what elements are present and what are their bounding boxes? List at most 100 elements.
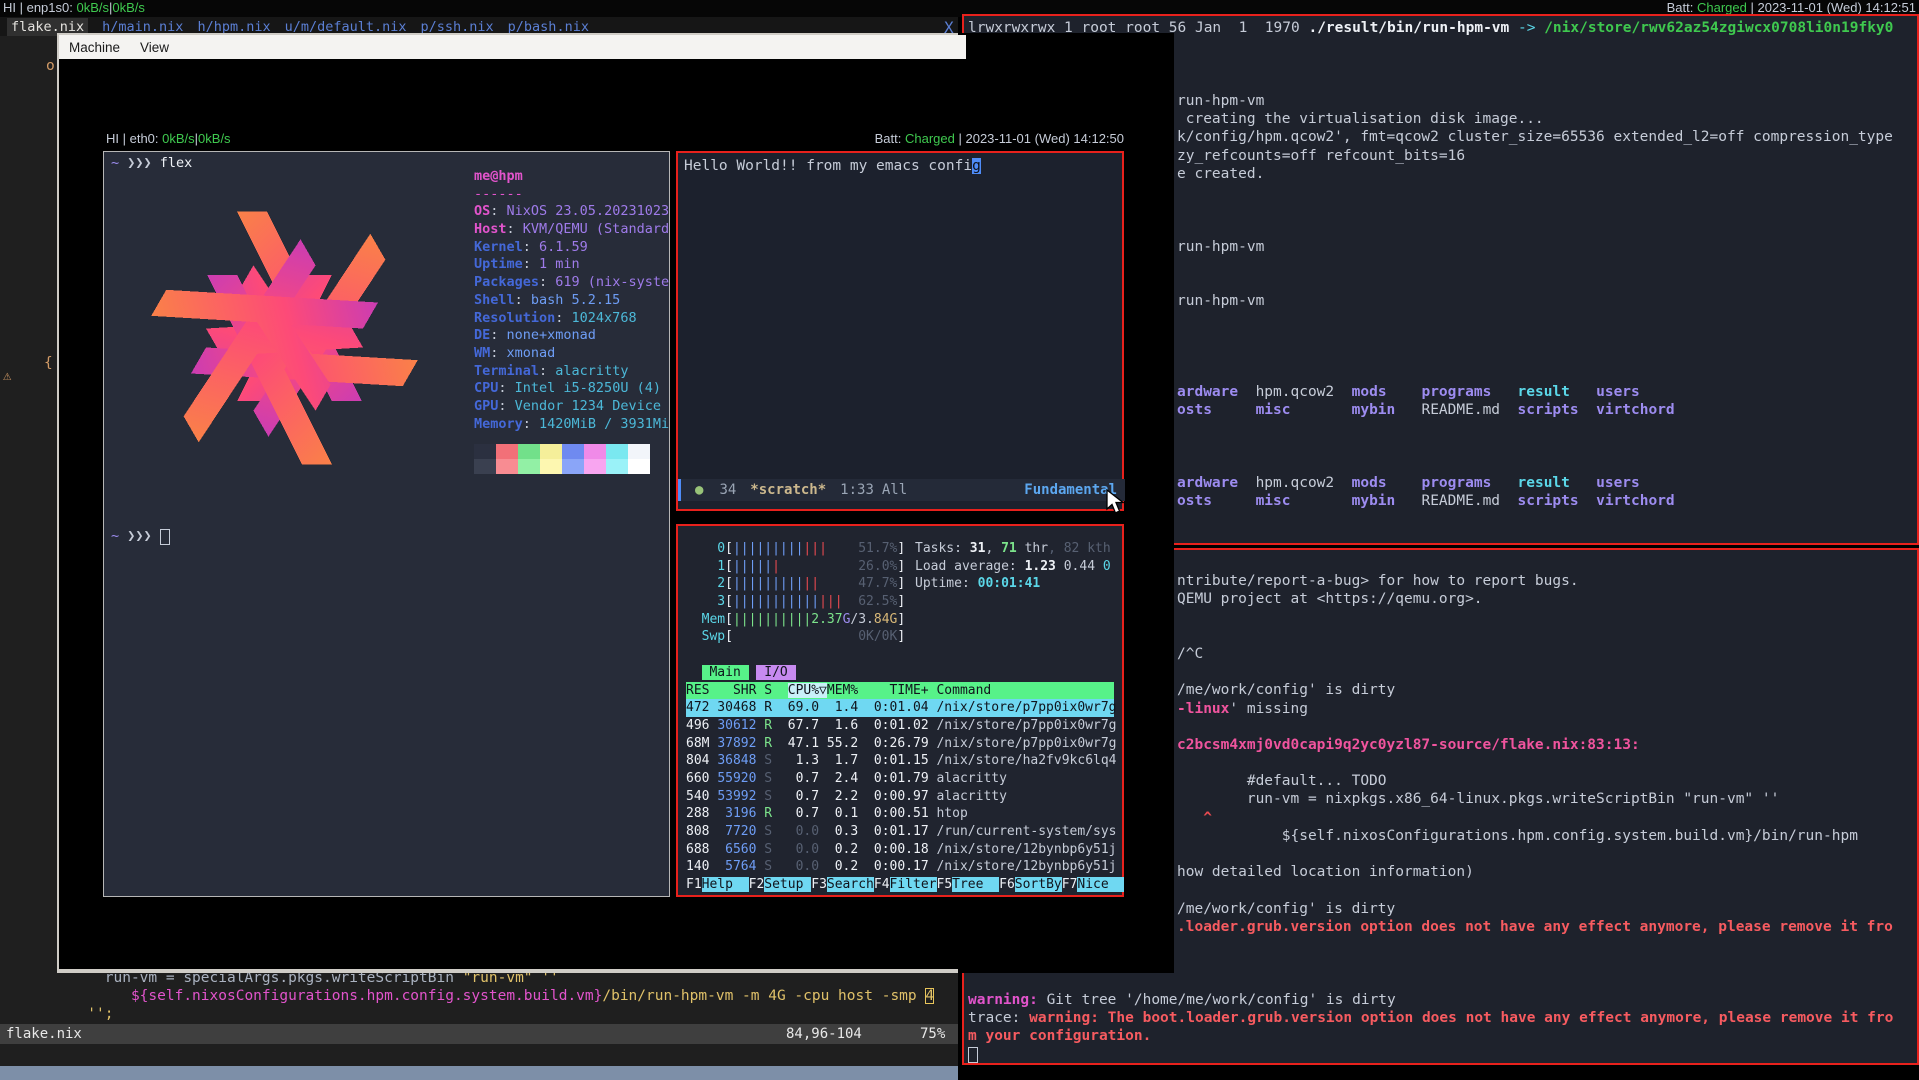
- line: run-vm = nixpkgs.x86_64-linux.pkgs.write…: [1177, 790, 1893, 808]
- vm-battery-clock: Batt: Charged | 2023-11-01 (Wed) 14:12:5…: [875, 130, 1124, 148]
- line: run-hpm-vm: [1177, 92, 1893, 110]
- line: [1177, 201, 1893, 219]
- line: [1177, 365, 1893, 383]
- line: -linux' missing: [1177, 700, 1893, 718]
- line: 288 3196 R 0.7 0.1 0:00.51 htop: [686, 805, 1114, 823]
- palette-swatch: [628, 444, 650, 459]
- htop-main[interactable]: 0[|||||||||||| 51.7%] 1[|||||| 26.0%] 2[…: [686, 540, 1114, 894]
- qemu-window[interactable]: Machine View HI | eth0: 0kB/s|0kB/s Batt…: [57, 33, 1174, 973]
- htop-summary-column: Tasks: 31, 71 thr, 82 kthLoad average: 1…: [915, 540, 1111, 593]
- statusbar-percent: 75%: [920, 1024, 945, 1044]
- code-fragment: {: [44, 355, 53, 371]
- line: [1177, 663, 1893, 681]
- line: ardware hpm.qcow2 mods programs result u…: [1177, 383, 1893, 401]
- line: ${self.nixosConfigurations.hpm.config.sy…: [1177, 827, 1893, 845]
- palette-swatch: [518, 444, 540, 459]
- line: Packages: 619 (nix-syste: [474, 274, 669, 292]
- line: [1177, 328, 1893, 346]
- vm-network-status: HI | eth0: 0kB/s|0kB/s: [106, 130, 231, 148]
- line: [1177, 183, 1893, 201]
- line: Uptime: 00:01:41: [915, 575, 1111, 593]
- line: zy_refcounts=off refcount_bits=16: [1177, 147, 1893, 165]
- nixos-logo: [112, 172, 457, 504]
- line: ${self.nixosConfigurations.hpm.config.sy…: [0, 987, 958, 1005]
- palette-swatch: [584, 459, 606, 474]
- line: 688 6560 S 0.0 0.2 0:00.18 /nix/store/12…: [686, 841, 1114, 859]
- line: [1177, 845, 1893, 863]
- qemu-menubar[interactable]: Machine View: [59, 35, 966, 59]
- line: .loader.grub.version option does not hav…: [1177, 918, 1893, 936]
- line: run-hpm-vm: [1177, 238, 1893, 256]
- line: [968, 1046, 1893, 1064]
- line: [1177, 219, 1893, 237]
- line: 660 55920 S 0.7 2.4 0:01.79 alacritty: [686, 770, 1114, 788]
- line: [1177, 881, 1893, 899]
- line: Batt: Charged | 2023-11-01 (Wed) 14:12:5…: [875, 130, 1124, 148]
- line: osts misc mybin README.md scripts virtch…: [1177, 401, 1893, 419]
- line: creating the virtualisation disk image..…: [1177, 110, 1893, 128]
- line: [1177, 419, 1893, 437]
- line: HI | enp1s0: 0kB/s|0kB/s: [3, 0, 145, 18]
- line: osts misc mybin README.md scripts virtch…: [1177, 492, 1893, 510]
- line: ntribute/report-a-bug> for how to report…: [1177, 572, 1893, 590]
- terminal-output-full: warning: Git tree '/home/me/work/config'…: [968, 991, 1893, 1064]
- line: 496 30612 R 67.7 1.6 0:01.02 /nix/store/…: [686, 717, 1114, 735]
- terminal-output-clipped: run-hpm-vm creating the virtualisation d…: [1177, 92, 1893, 510]
- line: [1177, 347, 1893, 365]
- palette-swatch: [518, 459, 540, 474]
- modified-dot: ●: [695, 482, 703, 498]
- line: [686, 646, 1114, 664]
- palette-swatch: [584, 444, 606, 459]
- line: c2bcsm4xmj0vd0capi9q2yc0yzl87-source/fla…: [1177, 736, 1893, 754]
- line: F1Help F2Setup F3SearchF4FilterF5Tree F6…: [686, 876, 1114, 894]
- line: ~ ❯❯❯ flex: [111, 155, 192, 173]
- line: [1177, 310, 1893, 328]
- palette-swatch: [474, 444, 496, 459]
- line: 140 5764 S 0.0 0.2 0:00.17 /nix/store/12…: [686, 858, 1114, 876]
- line: HI | eth0: 0kB/s|0kB/s: [106, 130, 231, 148]
- line: [1177, 274, 1893, 292]
- line: [1177, 718, 1893, 736]
- line: warning: Git tree '/home/me/work/config'…: [968, 991, 1893, 1009]
- vm-emacs-window[interactable]: Hello World!! from my emacs config ● 34 …: [676, 151, 1124, 511]
- statusbar-filename: flake.nix: [6, 1024, 82, 1044]
- vm-terminal-neofetch[interactable]: ~ ❯❯❯ flex: [103, 151, 670, 897]
- line: /^C: [1177, 645, 1893, 663]
- vm-htop-window[interactable]: 0[|||||||||||| 51.7%] 1[|||||| 26.0%] 2[…: [676, 524, 1124, 897]
- palette-swatch: [496, 444, 518, 459]
- palette-swatch: [628, 459, 650, 474]
- line: Tasks: 31, 71 thr, 82 kth: [915, 540, 1111, 558]
- editor-bottom-band: [0, 1066, 958, 1080]
- shell-prompt[interactable]: ~ ❯❯❯: [111, 528, 170, 546]
- line: Resolution: 1024x768: [474, 310, 669, 328]
- line: ------: [474, 186, 669, 204]
- major-mode: Fundamental: [1024, 482, 1117, 498]
- line: CPU: Intel i5-8250U (4): [474, 380, 669, 398]
- line: [1177, 256, 1893, 274]
- line: Mem[||||||||||2.37G/3.84G]: [686, 611, 1114, 629]
- line: 804 36848 S 1.3 1.7 0:01.15 /nix/store/h…: [686, 752, 1114, 770]
- code-fragment: o: [46, 58, 55, 74]
- line: WM: xmonad: [474, 345, 669, 363]
- network-status: HI | enp1s0: 0kB/s|0kB/s: [3, 0, 145, 18]
- line: Hello World!! from my emacs config: [684, 157, 981, 175]
- line: RES SHR S CPU%▽MEM% TIME+ Command: [686, 682, 1114, 700]
- neofetch-palette-row2: [474, 459, 650, 474]
- line: [1177, 609, 1893, 627]
- line: 3[|||||||||||||| 62.5%]: [686, 593, 1114, 611]
- line: 808 7720 S 0.0 0.3 0:01.17 /run/current-…: [686, 823, 1114, 841]
- line: trace: warning: The boot.loader.grub.ver…: [968, 1009, 1893, 1027]
- menu-view[interactable]: View: [140, 40, 169, 55]
- line: Uptime: 1 min: [474, 256, 669, 274]
- palette-swatch: [606, 444, 628, 459]
- line: ~ ❯❯❯: [111, 528, 170, 546]
- line: Kernel: 6.1.59: [474, 239, 669, 257]
- vm-screen[interactable]: HI | eth0: 0kB/s|0kB/s Batt: Charged | 2…: [103, 130, 1127, 898]
- line: Main I/O: [686, 664, 1114, 682]
- emacs-buffer-line[interactable]: Hello World!! from my emacs config: [684, 157, 981, 175]
- editor-code[interactable]: run-vm = specialArgs.pkgs.writeScriptBin…: [0, 969, 958, 1023]
- line: k/config/hpm.qcow2', fmt=qcow2 cluster_s…: [1177, 128, 1893, 146]
- line: OS: NixOS 23.05.20231023: [474, 203, 669, 221]
- menu-machine[interactable]: Machine: [69, 40, 120, 55]
- palette-swatch: [540, 459, 562, 474]
